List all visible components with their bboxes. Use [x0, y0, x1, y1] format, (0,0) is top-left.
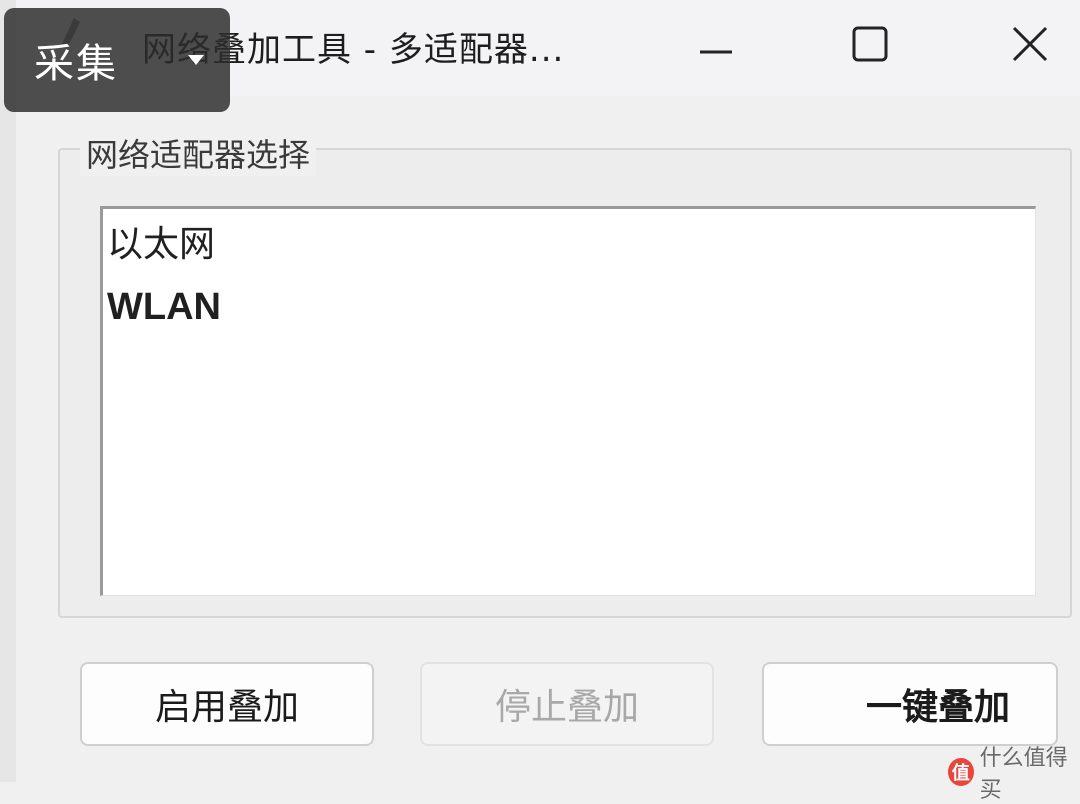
- one-click-overlay-button[interactable]: 一键叠加: [762, 662, 1058, 746]
- close-button[interactable]: [990, 16, 1070, 76]
- watermark-text: 什么值得买: [979, 746, 1068, 803]
- list-item-ethernet[interactable]: 以太网: [107, 225, 215, 265]
- maximize-button[interactable]: [830, 16, 910, 76]
- app-window: 网络叠加工具 - 多适配器... 采集 网络适配器选择 以太网 WLAN 启用叠…: [0, 0, 1080, 803]
- adapter-group-label: 网络适配器选择: [80, 130, 317, 176]
- left-border: [0, 0, 16, 782]
- list-item-wlan[interactable]: WLAN: [107, 287, 221, 327]
- one-click-overlay-label: 一键叠加: [865, 687, 1010, 728]
- adapter-listbox[interactable]: 以太网 WLAN: [100, 206, 1036, 596]
- minimize-button[interactable]: [676, 16, 756, 76]
- stop-overlay-button[interactable]: 停止叠加: [420, 662, 714, 746]
- enable-overlay-button[interactable]: 启用叠加: [80, 662, 374, 746]
- collect-label: 采集: [34, 41, 118, 87]
- watermark: 值 什么值得买: [948, 740, 1080, 804]
- collect-overlay-button[interactable]: 采集: [4, 8, 230, 112]
- stop-overlay-label: 停止叠加: [494, 687, 639, 728]
- close-icon: [1010, 24, 1050, 68]
- enable-overlay-label: 启用叠加: [154, 687, 299, 728]
- maximize-icon: [850, 24, 890, 68]
- chevron-down-icon: [186, 52, 206, 71]
- minimize-icon: [696, 24, 736, 68]
